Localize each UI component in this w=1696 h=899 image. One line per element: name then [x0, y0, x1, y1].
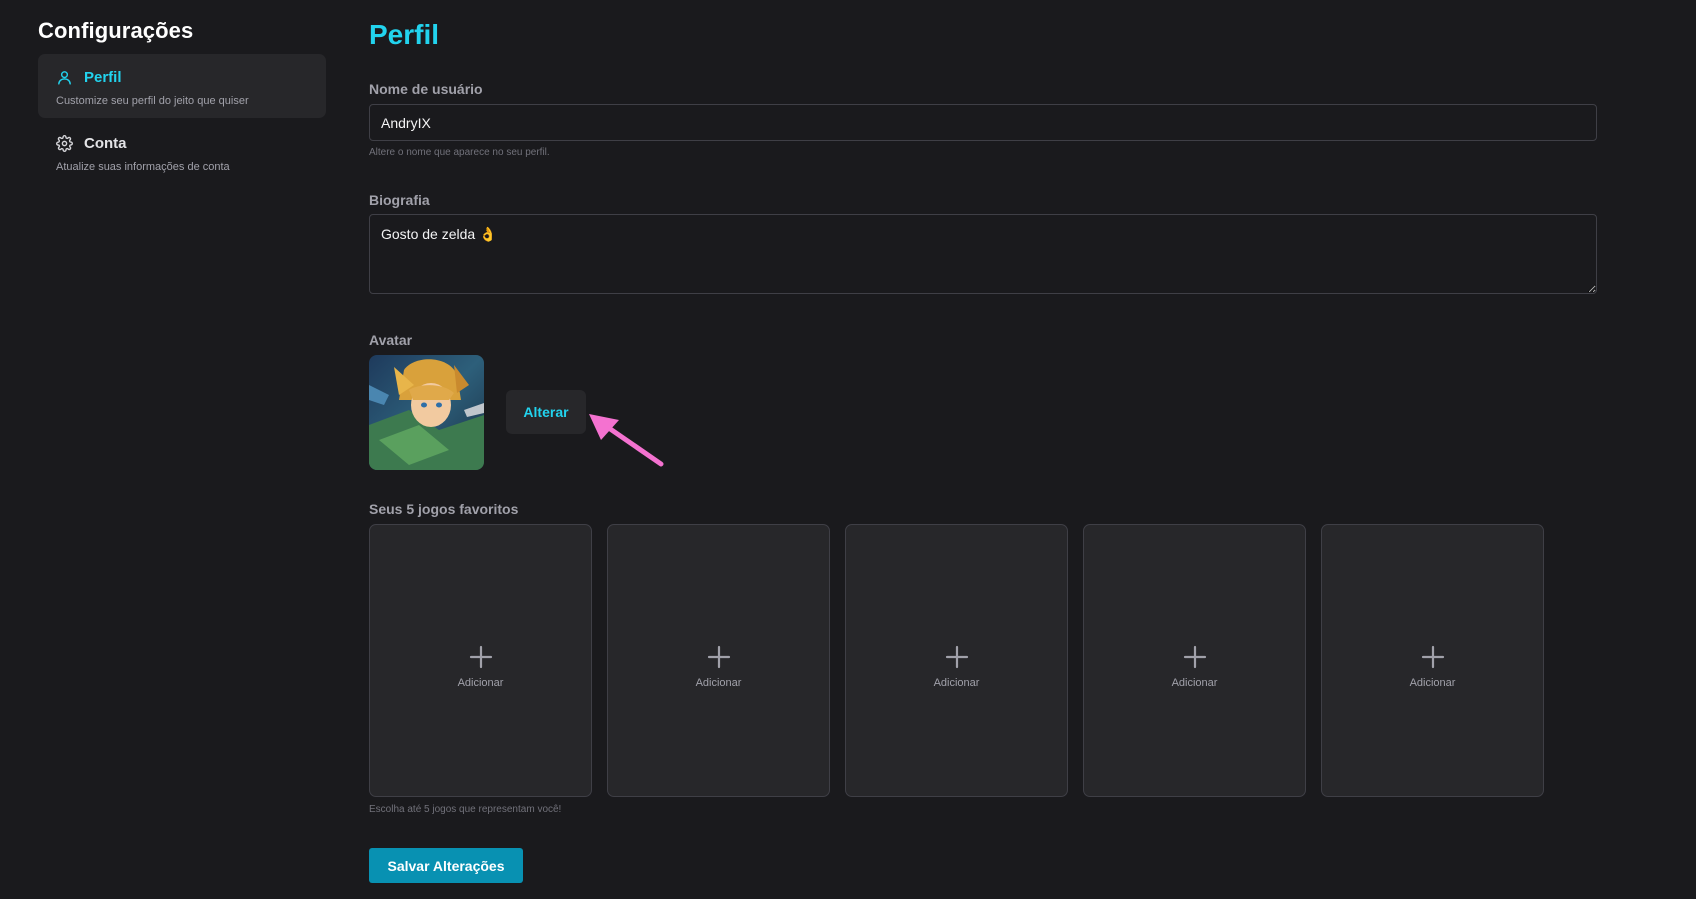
plus-icon: [945, 645, 968, 668]
add-game-slot[interactable]: Adicionar: [369, 524, 592, 797]
username-label: Nome de usuário: [369, 81, 483, 97]
page-title: Perfil: [369, 19, 440, 50]
add-game-label: Adicionar: [695, 676, 742, 689]
add-game-slot[interactable]: Adicionar: [607, 524, 830, 797]
sidebar-item-label: Conta: [84, 134, 127, 152]
add-game-label: Adicionar: [1171, 676, 1218, 689]
save-changes-button[interactable]: Salvar Alterações: [369, 848, 523, 883]
plus-icon: [469, 645, 492, 668]
favorites-label: Seus 5 jogos favoritos: [369, 501, 519, 517]
add-game-slot[interactable]: Adicionar: [845, 524, 1068, 797]
add-game-label: Adicionar: [1409, 676, 1456, 689]
bio-label: Biografia: [369, 192, 430, 208]
add-game-slot[interactable]: Adicionar: [1083, 524, 1306, 797]
username-hint: Altere o nome que aparece no seu perfil.: [369, 147, 550, 158]
add-game-label: Adicionar: [457, 676, 504, 689]
sidebar-item-description: Atualize suas informações de conta: [56, 161, 230, 173]
favorite-games-list: Adicionar Adicionar Adicionar Adicionar …: [369, 524, 1544, 797]
add-game-label: Adicionar: [933, 676, 980, 689]
user-icon: [58, 70, 71, 85]
username-input[interactable]: [369, 104, 1597, 141]
bio-textarea[interactable]: Gosto de zelda 👌: [369, 214, 1597, 294]
change-avatar-button[interactable]: Alterar: [506, 390, 586, 434]
favorites-hint: Escolha até 5 jogos que representam você…: [369, 804, 562, 815]
plus-icon: [1421, 645, 1444, 668]
annotation-arrow-icon: [589, 414, 664, 467]
profile-settings: Perfil Nome de usuário Altere o nome que…: [369, 18, 1599, 883]
sidebar-item-description: Customize seu perfil do jeito que quiser: [56, 95, 249, 107]
sidebar-title: Configurações: [38, 18, 194, 43]
avatar-image: [369, 355, 484, 470]
plus-icon: [707, 645, 730, 668]
sidebar-item-perfil[interactable]: Perfil Customize seu perfil do jeito que…: [38, 54, 326, 118]
gear-icon: [56, 134, 73, 152]
sidebar-item-conta[interactable]: Conta Atualize suas informações de conta: [38, 120, 326, 184]
settings-sidebar: Configurações Perfil Customize seu perfi…: [38, 18, 326, 186]
add-game-slot[interactable]: Adicionar: [1321, 524, 1544, 797]
avatar-label: Avatar: [369, 332, 413, 348]
settings-page: Configurações Perfil Customize seu perfi…: [0, 0, 1696, 899]
sidebar-item-label: Perfil: [84, 68, 122, 86]
plus-icon: [1183, 645, 1206, 668]
